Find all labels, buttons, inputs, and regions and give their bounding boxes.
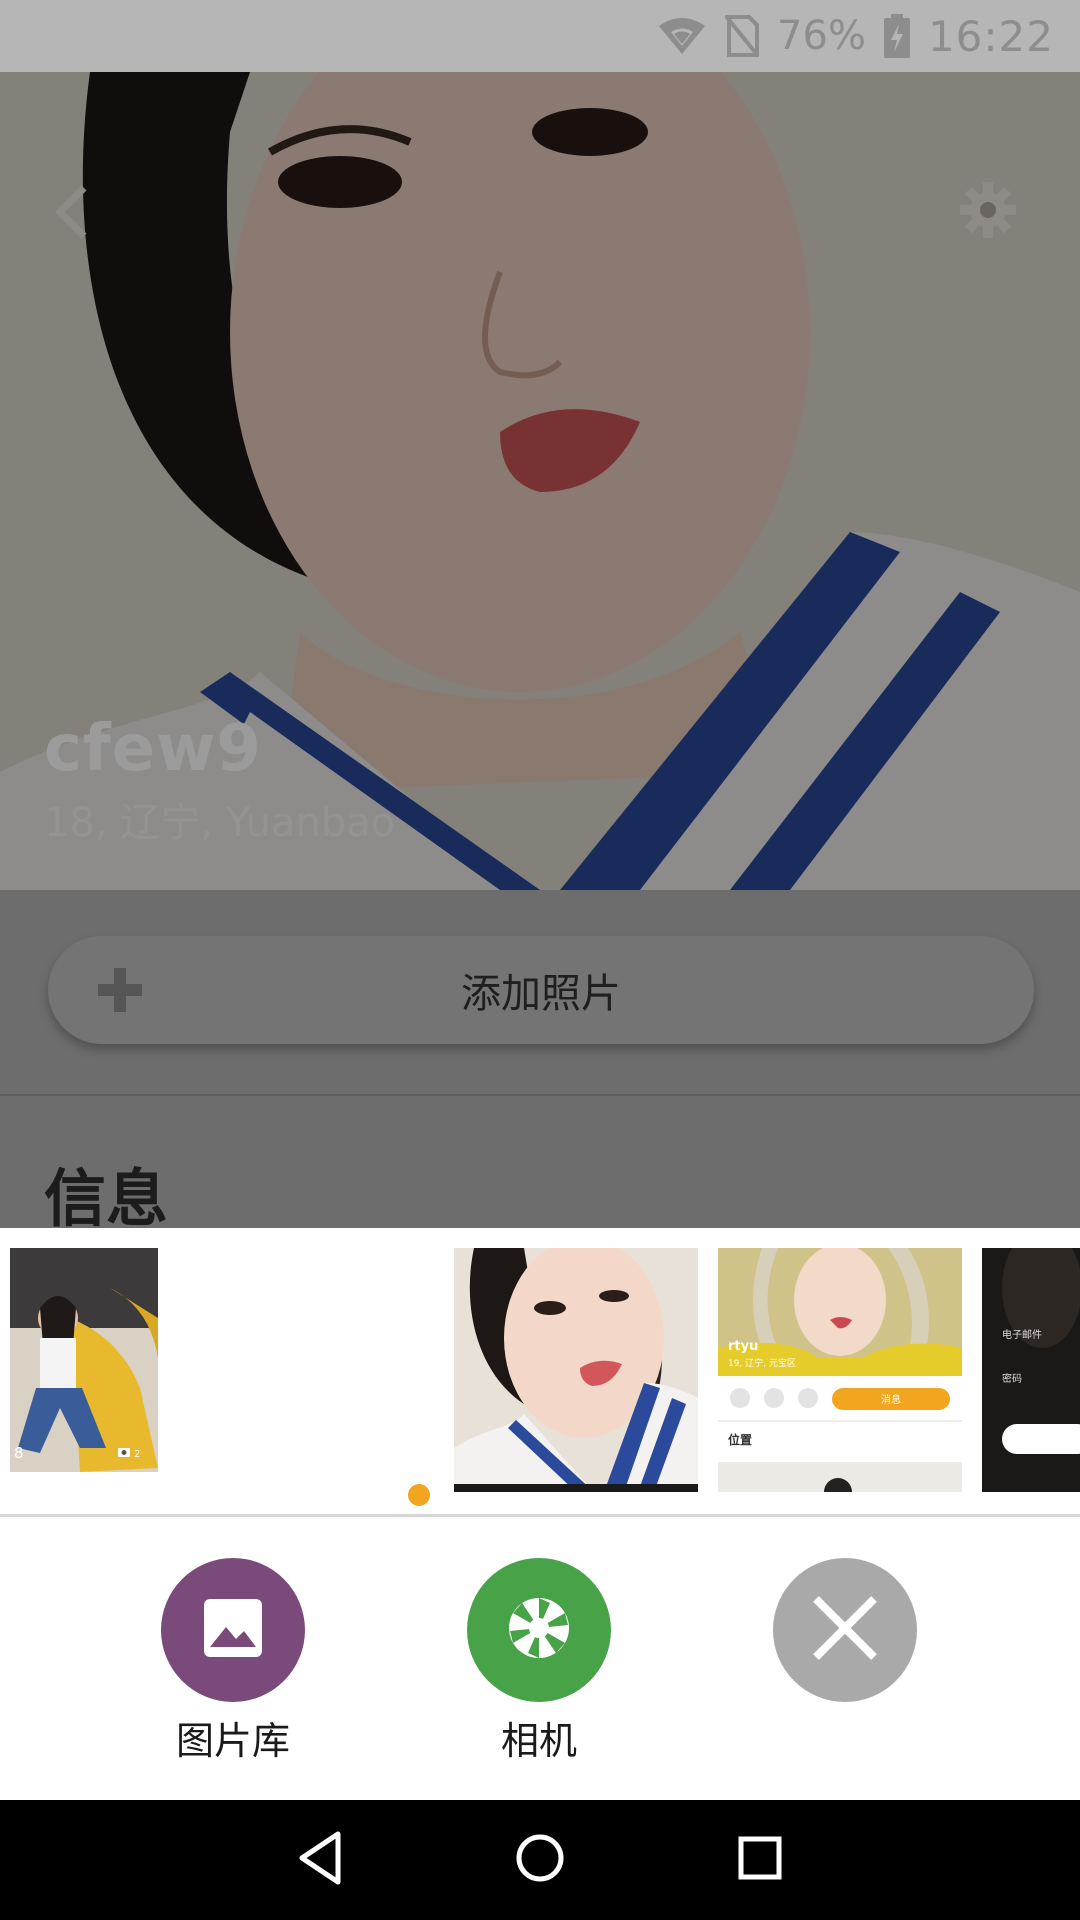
close-circle[interactable]: [773, 1558, 917, 1702]
battery-percent: 76%: [777, 13, 866, 59]
profile-meta: 18, 辽宁, Yuanbao: [44, 800, 396, 846]
clock: 16:22: [927, 11, 1054, 61]
image-picker-sheet: 8 2 rtyu 19, 辽宁, 元宝区 消息 位置 电子邮件 密码 图片库 相…: [0, 1228, 1080, 1800]
add-photo-button[interactable]: 添加照片: [48, 936, 1034, 1044]
home-circle-icon[interactable]: [514, 1830, 566, 1890]
plus-icon: [94, 964, 146, 1020]
thumb-profile-name: rtyu: [728, 1339, 758, 1354]
thumb-password-label: 密码: [1002, 1372, 1022, 1385]
thumb-profile-meta: 19, 辽宁, 元宝区: [728, 1357, 796, 1369]
system-navigation-bar: [0, 1800, 1080, 1920]
battery-charging-icon: [883, 14, 910, 58]
sheet-divider: [0, 1514, 1080, 1517]
gallery-label: 图片库: [175, 1719, 290, 1763]
camera-button[interactable]: 相机: [467, 1558, 611, 1765]
profile-content: 添加照片 信息: [0, 890, 1080, 1235]
aperture-icon: [506, 1595, 572, 1665]
image-icon: [202, 1597, 264, 1663]
back-arrow-icon[interactable]: [52, 182, 92, 246]
no-sim-icon: [725, 15, 760, 57]
status-bar: 76% 16:22: [0, 0, 1080, 72]
back-triangle-icon[interactable]: [296, 1830, 344, 1890]
camera-circle[interactable]: [467, 1558, 611, 1702]
recent-photo-thumbnail[interactable]: 电子邮件 密码: [982, 1248, 1080, 1492]
thumb-message-button: 消息: [881, 1393, 901, 1406]
recents-square-icon[interactable]: [738, 1830, 782, 1890]
wifi-icon: [657, 16, 707, 56]
thumb-location-title: 位置: [728, 1432, 752, 1447]
gallery-circle[interactable]: [161, 1558, 305, 1702]
photo-count: 8: [14, 1444, 24, 1462]
recent-photo-thumbnail[interactable]: [454, 1248, 698, 1492]
scroll-indicator: [408, 1484, 430, 1506]
profile-name: cfew9: [44, 712, 262, 786]
section-title: 信息: [44, 1162, 169, 1235]
add-photo-label: 添加照片: [461, 971, 621, 1017]
camera-label: 相机: [500, 1719, 577, 1763]
thumb-email-label: 电子邮件: [1002, 1328, 1042, 1341]
photo-album-count: 2: [134, 1449, 140, 1460]
recent-photo-thumbnail[interactable]: rtyu 19, 辽宁, 元宝区 消息 位置: [718, 1248, 962, 1492]
close-picker-button[interactable]: [773, 1558, 917, 1702]
recent-photos-strip[interactable]: 8 2 rtyu 19, 辽宁, 元宝区 消息 位置 电子邮件 密码: [0, 1228, 1080, 1514]
close-icon: [810, 1593, 880, 1667]
profile-hero: cfew9 18, 辽宁, Yuanbao: [0, 72, 1080, 890]
recent-photo-thumbnail[interactable]: 8 2: [10, 1248, 158, 1472]
gallery-button[interactable]: 图片库: [161, 1558, 305, 1765]
camera-icon: [118, 1448, 130, 1457]
gear-icon[interactable]: [958, 180, 1018, 244]
divider: [0, 1094, 1080, 1096]
